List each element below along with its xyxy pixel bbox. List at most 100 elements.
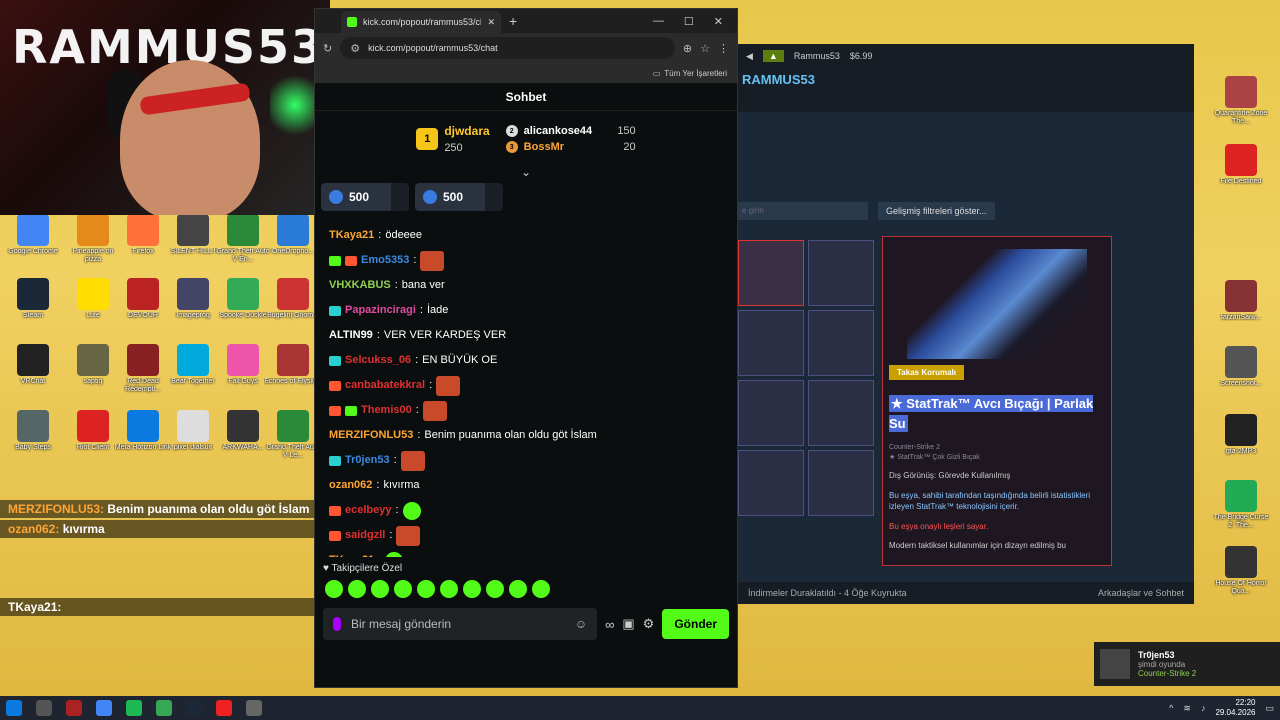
emote-icon [385,551,404,557]
all-bookmarks-link[interactable]: Tüm Yer İşaretleri [664,69,727,78]
windows-start-icon[interactable] [6,700,22,716]
chat-username[interactable]: TKaya21 [329,223,374,248]
chat-username[interactable]: ALTIN99 [329,323,373,348]
desktop-icon[interactable]: The Bridge Curse 2: The... [1212,480,1270,532]
friends-chat-button[interactable]: Arkadaşlar ve Sohbet [1098,588,1184,598]
clock[interactable]: 22:20 29.04.2026 [1215,698,1255,717]
volume-icon[interactable]: ♪ [1201,703,1206,713]
inventory-item[interactable] [808,450,874,516]
chat-username[interactable]: ozan062 [329,473,372,498]
inventory-item[interactable] [738,380,804,446]
chat-username[interactable]: TKaya21 [329,548,374,557]
chat-username[interactable]: Emo5353 [361,248,409,273]
app-icon[interactable] [66,700,82,716]
youtube-icon[interactable] [216,700,232,716]
chat-username[interactable]: canbabatekkral [345,373,425,398]
emote-icon[interactable] [348,580,366,598]
leader-name[interactable]: BossMr [524,141,618,153]
chat-username[interactable]: VHXKABUS [329,273,391,298]
emote-icon[interactable] [371,580,389,598]
user-badge-icon [329,305,341,316]
close-icon[interactable]: ✕ [714,15,723,28]
inventory-item[interactable] [738,450,804,516]
desktop-icon[interactable]: File Destined [1212,144,1270,196]
chrome-icon[interactable] [96,700,112,716]
gift-icon [423,190,437,204]
infinity-icon[interactable]: ∞ [605,617,614,632]
emote-icon[interactable] [463,580,481,598]
chat-message: ozan062: kıvırma [329,473,723,498]
leader-name[interactable]: djwdara [444,124,489,138]
desktop-icon[interactable]: farzanSaiw... [1212,280,1270,332]
zoom-icon[interactable]: ⊕ [683,42,692,55]
desktop-icon[interactable]: gta-2MP3 [1212,414,1270,466]
chat-username[interactable]: MERZIFONLU53 [329,423,413,448]
desktop-icon[interactable]: Google Chrome [4,214,62,266]
spotify-icon[interactable] [126,700,142,716]
steam-taskbar-icon[interactable] [186,700,202,716]
maximize-icon[interactable]: ☐ [684,15,694,28]
site-info-icon[interactable]: ⚙ [350,42,360,55]
downloads-status[interactable]: İndirmeler Duraklatıldı - 4 Öğe Kuyrukta [748,588,907,598]
minimize-icon[interactable]: — [653,15,664,28]
friend-notification[interactable]: Tr0jen53 şimdi oyunda Counter-Strike 2 [1094,642,1280,686]
settings-icon[interactable]: ⚙ [643,616,655,632]
chat-message: Emo5353: [329,248,723,273]
new-tab-icon[interactable]: + [509,13,517,29]
desktop-icon[interactable]: Baby Steps [4,410,62,462]
emote-icon[interactable] [532,580,550,598]
reload-icon[interactable]: ↻ [323,42,332,55]
steam-profile-title[interactable]: RAMMUS53 [738,68,1194,92]
leader-name[interactable]: alicankose44 [524,125,612,137]
emote-icon[interactable] [325,580,343,598]
inventory-item[interactable] [808,380,874,446]
close-tab-icon[interactable]: ✕ [487,17,495,28]
desktop-icon[interactable]: Quarantine Zone The... [1212,76,1270,128]
emote-icon[interactable] [417,580,435,598]
send-button[interactable]: Gönder [662,609,729,639]
wifi-icon[interactable]: ≋ [1183,703,1191,714]
browser-tab[interactable]: kick.com/popout/rammus53/cl ✕ [341,11,501,33]
tab-bar: kick.com/popout/rammus53/cl ✕ + — ☐ ✕ [315,9,737,33]
inventory-item[interactable] [738,310,804,376]
bookmark-star-icon[interactable]: ☆ [700,42,710,55]
notification-bell-icon[interactable]: ▲ [762,50,784,62]
tray-chevron-icon[interactable]: ^ [1169,703,1173,713]
desktop-icon[interactable]: VRChat [4,344,62,396]
desktop-icon[interactable]: Screenshot... [1212,346,1270,398]
inventory-item[interactable] [738,240,804,306]
url-field[interactable]: ⚙ kick.com/popout/rammus53/chat [340,37,675,59]
steam-account[interactable]: Rammus53 [794,51,840,61]
app-icon [1225,76,1257,108]
emote-icon[interactable] [509,580,527,598]
app-icon[interactable] [246,700,262,716]
notifications-icon[interactable]: ▭ [1265,703,1274,714]
desktop-icon[interactable]: Steam [4,278,62,330]
chat-username[interactable]: Tr0jen53 [345,448,390,473]
desktop-icon[interactable]: House Of Horror Qua... [1212,546,1270,598]
emote-icon[interactable] [486,580,504,598]
emote-icon[interactable] [394,580,412,598]
menu-icon[interactable]: ⋮ [718,42,729,55]
emoji-icon[interactable]: ☺ [575,617,587,631]
inventory-item[interactable] [808,240,874,306]
obs-icon[interactable] [36,700,52,716]
emote-icon[interactable] [440,580,458,598]
chat-message: Tr0jen53: [329,448,723,473]
chrome-taskbar-icon[interactable] [156,700,172,716]
inventory-search[interactable]: e girin [738,202,868,220]
pinned-gift[interactable]: 500 [321,183,409,211]
chat-username[interactable]: Themis00 [361,398,412,423]
item-game: Counter-Strike 2 [889,444,940,451]
inventory-item[interactable] [808,310,874,376]
collapse-icon[interactable]: ⌄ [315,166,737,178]
speaker-icon[interactable]: ◀ [746,51,753,62]
message-input[interactable]: Bir mesaj gönderin ☺ [323,608,598,640]
chat-username[interactable]: Selcukss_06 [345,348,411,373]
advanced-filters-button[interactable]: Gelişmiş filtreleri göster... [878,202,995,220]
chat-username[interactable]: saidgzll [345,523,385,548]
gift-box-icon[interactable]: ▣ [622,616,634,632]
pinned-gift[interactable]: 500 [415,183,503,211]
chat-username[interactable]: Papazinciragi [345,298,416,323]
chat-username[interactable]: ecelbeyy [345,498,391,523]
